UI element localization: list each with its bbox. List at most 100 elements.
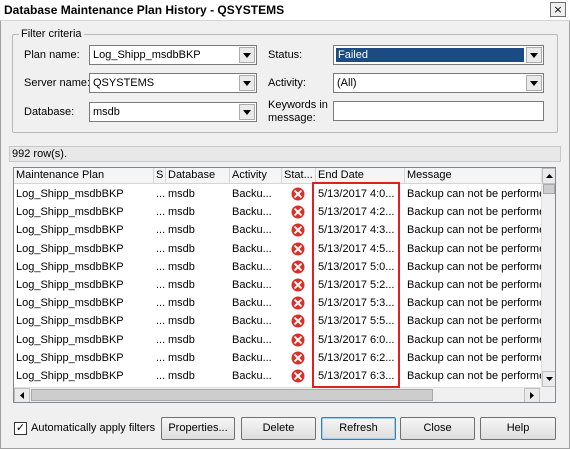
column-header-maintenance-plan[interactable]: Maintenance Plan	[14, 168, 154, 184]
chevron-down-icon[interactable]	[526, 75, 542, 91]
cell-end-date: 5/13/2017 5:5...	[318, 315, 395, 328]
table-row[interactable]: Log_Shipp_msdbBKP... msdb Backu... 5/13/201…	[14, 185, 541, 203]
cell-maintenance-plan: Log_Shipp_msdbBKP	[16, 351, 124, 364]
table-row[interactable]: Log_Shipp_msdbBKP... msdb Backu... 5/13/201…	[14, 240, 541, 258]
cell-activity: Backu...	[232, 279, 272, 291]
database-value: msdb	[93, 106, 120, 118]
cell-database: msdb	[168, 224, 195, 237]
cell-end-date: 5/13/2017 5:2...	[318, 279, 395, 291]
cell-database: msdb	[168, 333, 195, 346]
filter-criteria-legend: Filter criteria	[21, 28, 82, 40]
cell-maintenance-plan: Log_Shipp_msdbBKP	[16, 242, 124, 255]
cell-maintenance-plan: Log_Shipp_msdbBKP	[16, 279, 124, 291]
horizontal-scrollbar[interactable]	[14, 387, 541, 402]
cell-maintenance-plan: Log_Shipp_msdbBKP	[16, 260, 124, 273]
cell-message: Backup can not be performe	[407, 206, 541, 219]
cell-message: Backup can not be performe	[407, 279, 541, 291]
table-row[interactable]: Log_Shipp_msdbBKP... msdb Backu... 5/13/201…	[14, 221, 541, 239]
cell-message: Backup can not be performe	[407, 297, 541, 310]
scroll-down-icon[interactable]	[542, 371, 555, 387]
cell-s: ...	[156, 279, 166, 291]
scroll-left-icon[interactable]	[14, 388, 30, 402]
column-header-s[interactable]: S	[154, 168, 166, 184]
cell-maintenance-plan: Log_Shipp_msdbBKP	[16, 188, 124, 200]
cell-end-date: 5/13/2017 6:0...	[318, 333, 395, 346]
keywords-input[interactable]	[333, 101, 544, 121]
cell-end-date: 5/13/2017 5:0...	[318, 260, 395, 273]
cell-maintenance-plan: Log_Shipp_msdbBKP	[16, 297, 124, 310]
column-header-message[interactable]: Message	[405, 168, 541, 184]
table-row[interactable]: Log_Shipp_msdbBKP... msdb Backu... 5/13/201…	[14, 203, 541, 221]
chevron-down-icon[interactable]	[239, 47, 255, 63]
status-combo[interactable]: Failed	[333, 45, 544, 65]
plan-name-combo[interactable]: Log_Shipp_msdbBKP	[89, 45, 257, 65]
cell-message: Backup can not be performe	[407, 351, 541, 364]
cell-database: msdb	[168, 206, 195, 219]
cell-activity: Backu...	[232, 351, 272, 364]
vertical-scrollbar[interactable]	[541, 168, 555, 387]
cell-s: ...	[156, 188, 166, 200]
delete-button[interactable]: Delete	[241, 417, 316, 440]
activity-value: (All)	[337, 77, 357, 89]
column-header-database[interactable]: Database	[166, 168, 230, 184]
server-name-label: Server name:	[24, 77, 91, 89]
cell-end-date: 5/13/2017 4:5...	[318, 242, 395, 255]
cell-maintenance-plan: Log_Shipp_msdbBKP	[16, 370, 124, 382]
database-combo[interactable]: msdb	[89, 102, 257, 122]
history-grid[interactable]: Maintenance Plan S Database Activity Sta…	[13, 167, 556, 403]
column-header-activity[interactable]: Activity	[230, 168, 282, 184]
cell-s: ...	[156, 242, 166, 255]
grid-header: Maintenance Plan S Database Activity Sta…	[14, 168, 541, 184]
cell-message: Backup can not be performe	[407, 260, 541, 273]
table-row[interactable]: Log_Shipp_msdbBKP... msdb Backu... 5/13/201…	[14, 276, 541, 294]
cell-database: msdb	[168, 351, 195, 364]
close-button[interactable]: Close	[400, 417, 475, 440]
scroll-right-icon[interactable]	[524, 388, 540, 402]
server-name-combo[interactable]: QSYSTEMS	[89, 73, 257, 93]
window-title: Database Maintenance Plan History - QSYS…	[4, 3, 285, 17]
cell-s: ...	[156, 315, 166, 328]
close-window-button[interactable]: ×	[550, 2, 566, 17]
cell-end-date: 5/13/2017 4:2...	[318, 206, 395, 219]
scroll-up-icon[interactable]	[542, 168, 555, 184]
activity-label: Activity:	[268, 77, 306, 89]
cell-maintenance-plan: Log_Shipp_msdbBKP	[16, 206, 124, 219]
plan-name-value: Log_Shipp_msdbBKP	[93, 49, 201, 61]
column-header-end-date[interactable]: End Date	[316, 168, 405, 184]
failed-icon	[291, 314, 305, 328]
vertical-scroll-thumb[interactable]	[543, 184, 555, 194]
table-row[interactable]: Log_Shipp_msdbBKP... msdb Backu... 5/13/201…	[14, 367, 541, 385]
failed-icon	[291, 351, 305, 365]
table-row[interactable]: Log_Shipp_msdbBKP... msdb Backu... 5/13/201…	[14, 331, 541, 349]
cell-activity: Backu...	[232, 260, 272, 273]
column-header-status[interactable]: Stat...	[282, 168, 316, 184]
cell-s: ...	[156, 260, 166, 273]
cell-s: ...	[156, 297, 166, 310]
failed-icon	[291, 333, 305, 347]
failed-icon	[291, 278, 305, 292]
chevron-down-icon[interactable]	[526, 47, 542, 63]
horizontal-scroll-thumb[interactable]	[31, 389, 433, 401]
table-row[interactable]: Log_Shipp_msdbBKP... msdb Backu... 5/13/201…	[14, 349, 541, 367]
help-button[interactable]: Help	[480, 417, 556, 440]
cell-end-date: 5/13/2017 4:3...	[318, 224, 395, 237]
cell-maintenance-plan: Log_Shipp_msdbBKP	[16, 333, 124, 346]
cell-database: msdb	[168, 260, 195, 273]
cell-s: ...	[156, 224, 166, 237]
status-label: Status:	[268, 49, 303, 61]
cell-activity: Backu...	[232, 370, 272, 382]
scrollbar-corner	[541, 387, 555, 402]
cell-message: Backup can not be performe	[407, 333, 541, 346]
refresh-button[interactable]: Refresh	[321, 417, 396, 440]
table-row[interactable]: Log_Shipp_msdbBKP... msdb Backu... 5/13/201…	[14, 294, 541, 312]
table-row[interactable]: Log_Shipp_msdbBKP... msdb Backu... 5/13/201…	[14, 258, 541, 276]
keywords-label-line2: message:	[268, 112, 316, 124]
activity-combo[interactable]: (All)	[333, 73, 544, 93]
title-bar: Database Maintenance Plan History - QSYS…	[0, 0, 570, 21]
properties-button[interactable]: Properties...	[161, 417, 235, 440]
chevron-down-icon[interactable]	[239, 75, 255, 91]
database-label: Database:	[24, 106, 75, 118]
chevron-down-icon[interactable]	[239, 104, 255, 120]
auto-apply-checkbox[interactable]: ✓	[14, 422, 27, 435]
table-row[interactable]: Log_Shipp_msdbBKP... msdb Backu... 5/13/201…	[14, 312, 541, 330]
